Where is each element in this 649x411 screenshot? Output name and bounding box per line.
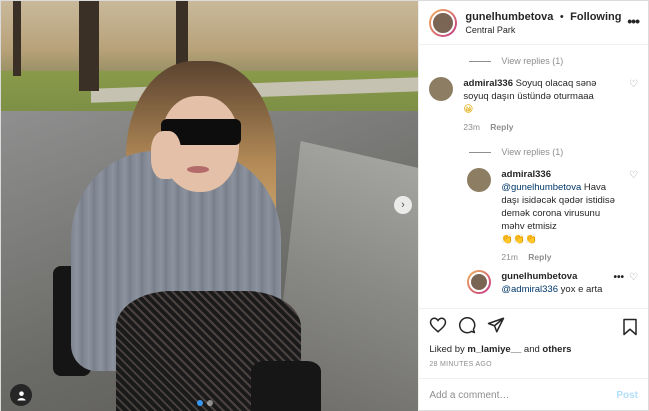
share-send-icon[interactable] [487,316,505,339]
save-bookmark-icon[interactable] [622,318,638,341]
view-replies-button[interactable]: View replies (1) [429,142,638,162]
like-comment-heart-icon[interactable]: ♡ [629,170,638,181]
comment: admiral336 Soyuq olacaq sənə soyuq daşın… [429,77,638,134]
comment-time: 21m [501,252,518,262]
mention-link[interactable]: @admiral336 [501,284,558,295]
carousel-dot [197,400,203,406]
liked-by-others-link[interactable]: others [542,344,571,355]
separator-dot: • [559,10,564,23]
carousel-dot [207,400,213,406]
comment-text: yox e arta [560,284,603,295]
comment-options-icon[interactable]: ••• [613,272,624,283]
add-comment-bar: Post [419,378,648,411]
location-link[interactable]: Central Park [465,24,621,37]
comment-username[interactable]: gunelhumbetova [501,270,616,283]
likes-summary: Liked by m_lamiye__ and others [429,344,572,355]
post-comment-button[interactable]: Post [616,390,638,401]
comment-bubble-icon[interactable] [458,316,476,339]
post-sidebar: gunelhumbetova • Following Central Park … [418,1,648,411]
comments-list[interactable]: View replies (1) admiral336 Soyuq olacaq… [419,45,648,308]
comment-emoji: 😀 [463,104,474,115]
like-heart-icon[interactable] [429,316,447,339]
comment-username[interactable]: admiral336 [501,168,616,181]
comment-time: 23m [463,122,480,132]
avatar[interactable] [467,168,492,192]
avatar[interactable] [429,77,454,101]
like-comment-heart-icon[interactable]: ♡ [629,272,638,283]
carousel-indicator [197,400,213,406]
comment-username[interactable]: admiral336 [463,78,513,89]
mention-link[interactable]: @gunelhumbetova [501,182,581,193]
like-comment-heart-icon[interactable]: ♡ [629,79,638,90]
comment-reply: gunelhumbetova @admiral336 yox e arta ••… [467,270,638,296]
add-comment-input[interactable] [429,390,617,401]
user-tag-icon[interactable] [10,384,32,406]
post-actions: Liked by m_lamiye__ and others 28 MINUTE… [419,308,648,378]
comment-reply: admiral336 @gunelhumbetova Hava daşı isi… [467,168,638,264]
reply-button[interactable]: Reply [490,122,513,132]
avatar[interactable] [429,8,458,37]
liked-by-user-link[interactable]: m_lamiye__ [467,344,521,355]
avatar[interactable] [467,270,492,294]
comment-emoji: 👏👏👏 [501,234,537,245]
carousel-next-icon[interactable]: › [394,196,412,214]
reply-button[interactable]: Reply [528,252,551,262]
more-options-icon[interactable]: ••• [627,13,640,29]
instagram-post: › gunelhumbetova • Following Central Par… [0,0,649,411]
post-header: gunelhumbetova • Following Central Park … [419,1,648,45]
username-link[interactable]: gunelhumbetova [465,11,553,23]
following-button[interactable]: Following [570,11,621,23]
post-photo[interactable]: › [1,1,419,411]
post-timestamp[interactable]: 28 MINUTES AGO [429,361,638,368]
view-replies-button[interactable]: View replies (1) [429,51,638,71]
